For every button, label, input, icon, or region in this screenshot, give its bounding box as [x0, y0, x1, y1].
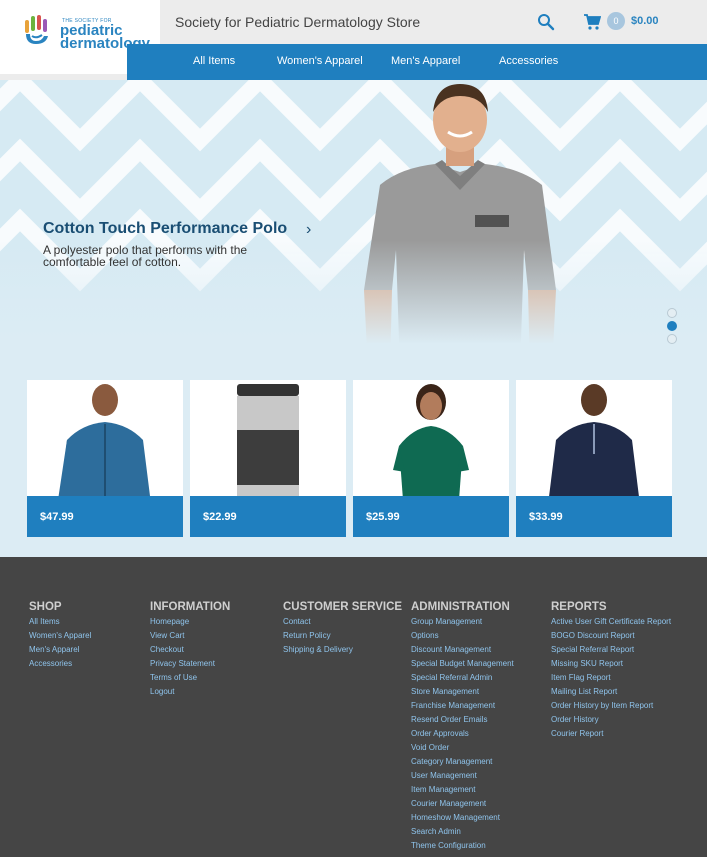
footer-link[interactable]: Theme Configuration: [411, 839, 514, 853]
footer-link[interactable]: Return Policy: [283, 629, 402, 643]
footer-link[interactable]: Men's Apparel: [29, 643, 91, 657]
footer-heading: SHOP: [29, 601, 62, 613]
product-card[interactable]: $33.99: [516, 380, 672, 537]
footer-link[interactable]: Store Management: [411, 685, 514, 699]
product-price: $22.99: [203, 511, 237, 523]
footer-link[interactable]: Special Referral Report: [551, 643, 671, 657]
footer-link[interactable]: Order History by Item Report: [551, 699, 671, 713]
footer-link[interactable]: Franchise Management: [411, 699, 514, 713]
footer-link[interactable]: Shipping & Delivery: [283, 643, 402, 657]
footer-link[interactable]: Void Order: [411, 741, 514, 755]
footer-link[interactable]: Options: [411, 629, 514, 643]
chevron-right-icon[interactable]: ›: [306, 221, 311, 239]
footer-link[interactable]: Privacy Statement: [150, 657, 230, 671]
product-price: $33.99: [529, 511, 563, 523]
footer-column-administration: ADMINISTRATION Group Management Options Dis…: [411, 601, 514, 853]
footer-heading: ADMINISTRATION: [411, 601, 510, 613]
footer-link[interactable]: Category Management: [411, 755, 514, 769]
footer-link[interactable]: Order History: [551, 713, 671, 727]
footer-link[interactable]: Accessories: [29, 657, 91, 671]
footer-link[interactable]: Courier Management: [411, 797, 514, 811]
product-price: $25.99: [366, 511, 400, 523]
footer-heading: INFORMATION: [150, 601, 231, 613]
cart-total[interactable]: $0.00: [631, 15, 659, 27]
footer-link[interactable]: Special Budget Management: [411, 657, 514, 671]
product-card[interactable]: $22.99: [190, 380, 346, 537]
hero-description: A polyester polo that performs with the …: [43, 243, 248, 269]
footer-link[interactable]: Item Management: [411, 783, 514, 797]
footer-link[interactable]: Group Management: [411, 615, 514, 629]
nav-item-accessories[interactable]: Accessories: [499, 55, 558, 67]
slide-dot-3[interactable]: [667, 334, 677, 344]
footer-link[interactable]: All Items: [29, 615, 91, 629]
footer-link[interactable]: Resend Order Emails: [411, 713, 514, 727]
footer-link[interactable]: Order Approvals: [411, 727, 514, 741]
footer-link[interactable]: Mailing List Report: [551, 685, 671, 699]
footer-column-shop: SHOP All Items Women's Apparel Men's Appare…: [29, 601, 91, 671]
footer-link[interactable]: Terms of Use: [150, 671, 230, 685]
footer-column-information: INFORMATION Homepage View Cart Checkout Priv…: [150, 601, 230, 699]
nav-wedge: [127, 44, 161, 80]
footer-link[interactable]: Discount Management: [411, 643, 514, 657]
footer-link[interactable]: User Management: [411, 769, 514, 783]
product-card[interactable]: $25.99: [353, 380, 509, 537]
footer-heading: REPORTS: [551, 601, 607, 613]
product-card[interactable]: $47.99: [27, 380, 183, 537]
nav-item-mens-apparel[interactable]: Men's Apparel: [391, 55, 460, 67]
hero-title[interactable]: Cotton Touch Performance Polo: [43, 220, 287, 238]
footer-column-reports: REPORTS Active User Gift Certificate Repo…: [551, 601, 671, 741]
footer-link[interactable]: Special Referral Admin: [411, 671, 514, 685]
product-price: $47.99: [40, 511, 74, 523]
footer-link[interactable]: Active User Gift Certificate Report: [551, 615, 671, 629]
nav-item-womens-apparel[interactable]: Women's Apparel: [277, 55, 363, 67]
slide-dot-2[interactable]: [667, 321, 677, 331]
footer-link[interactable]: Item Flag Report: [551, 671, 671, 685]
footer-link[interactable]: View Cart: [150, 629, 230, 643]
cart-count-badge[interactable]: 0: [607, 12, 625, 30]
footer-link[interactable]: Search Admin: [411, 825, 514, 839]
footer-link[interactable]: Courier Report: [551, 727, 671, 741]
footer-link[interactable]: Homepage: [150, 615, 230, 629]
footer-link[interactable]: Checkout: [150, 643, 230, 657]
search-icon[interactable]: [537, 13, 555, 31]
nav-item-all-items[interactable]: All Items: [193, 55, 235, 67]
hand-logo-icon: [25, 15, 48, 44]
footer-link[interactable]: Logout: [150, 685, 230, 699]
store-title: Society for Pediatric Dermatology Store: [175, 14, 421, 30]
footer-link[interactable]: Homeshow Management: [411, 811, 514, 825]
slide-dot-1[interactable]: [667, 308, 677, 318]
footer-link[interactable]: Contact: [283, 615, 402, 629]
footer-link[interactable]: Women's Apparel: [29, 629, 91, 643]
footer-link[interactable]: Missing SKU Report: [551, 657, 671, 671]
footer-link[interactable]: BOGO Discount Report: [551, 629, 671, 643]
cart-icon[interactable]: [583, 13, 601, 31]
footer-heading: CUSTOMER SERVICE: [283, 601, 403, 613]
footer-column-customer-service: CUSTOMER SERVICE Contact Return Policy Ship…: [283, 601, 402, 657]
